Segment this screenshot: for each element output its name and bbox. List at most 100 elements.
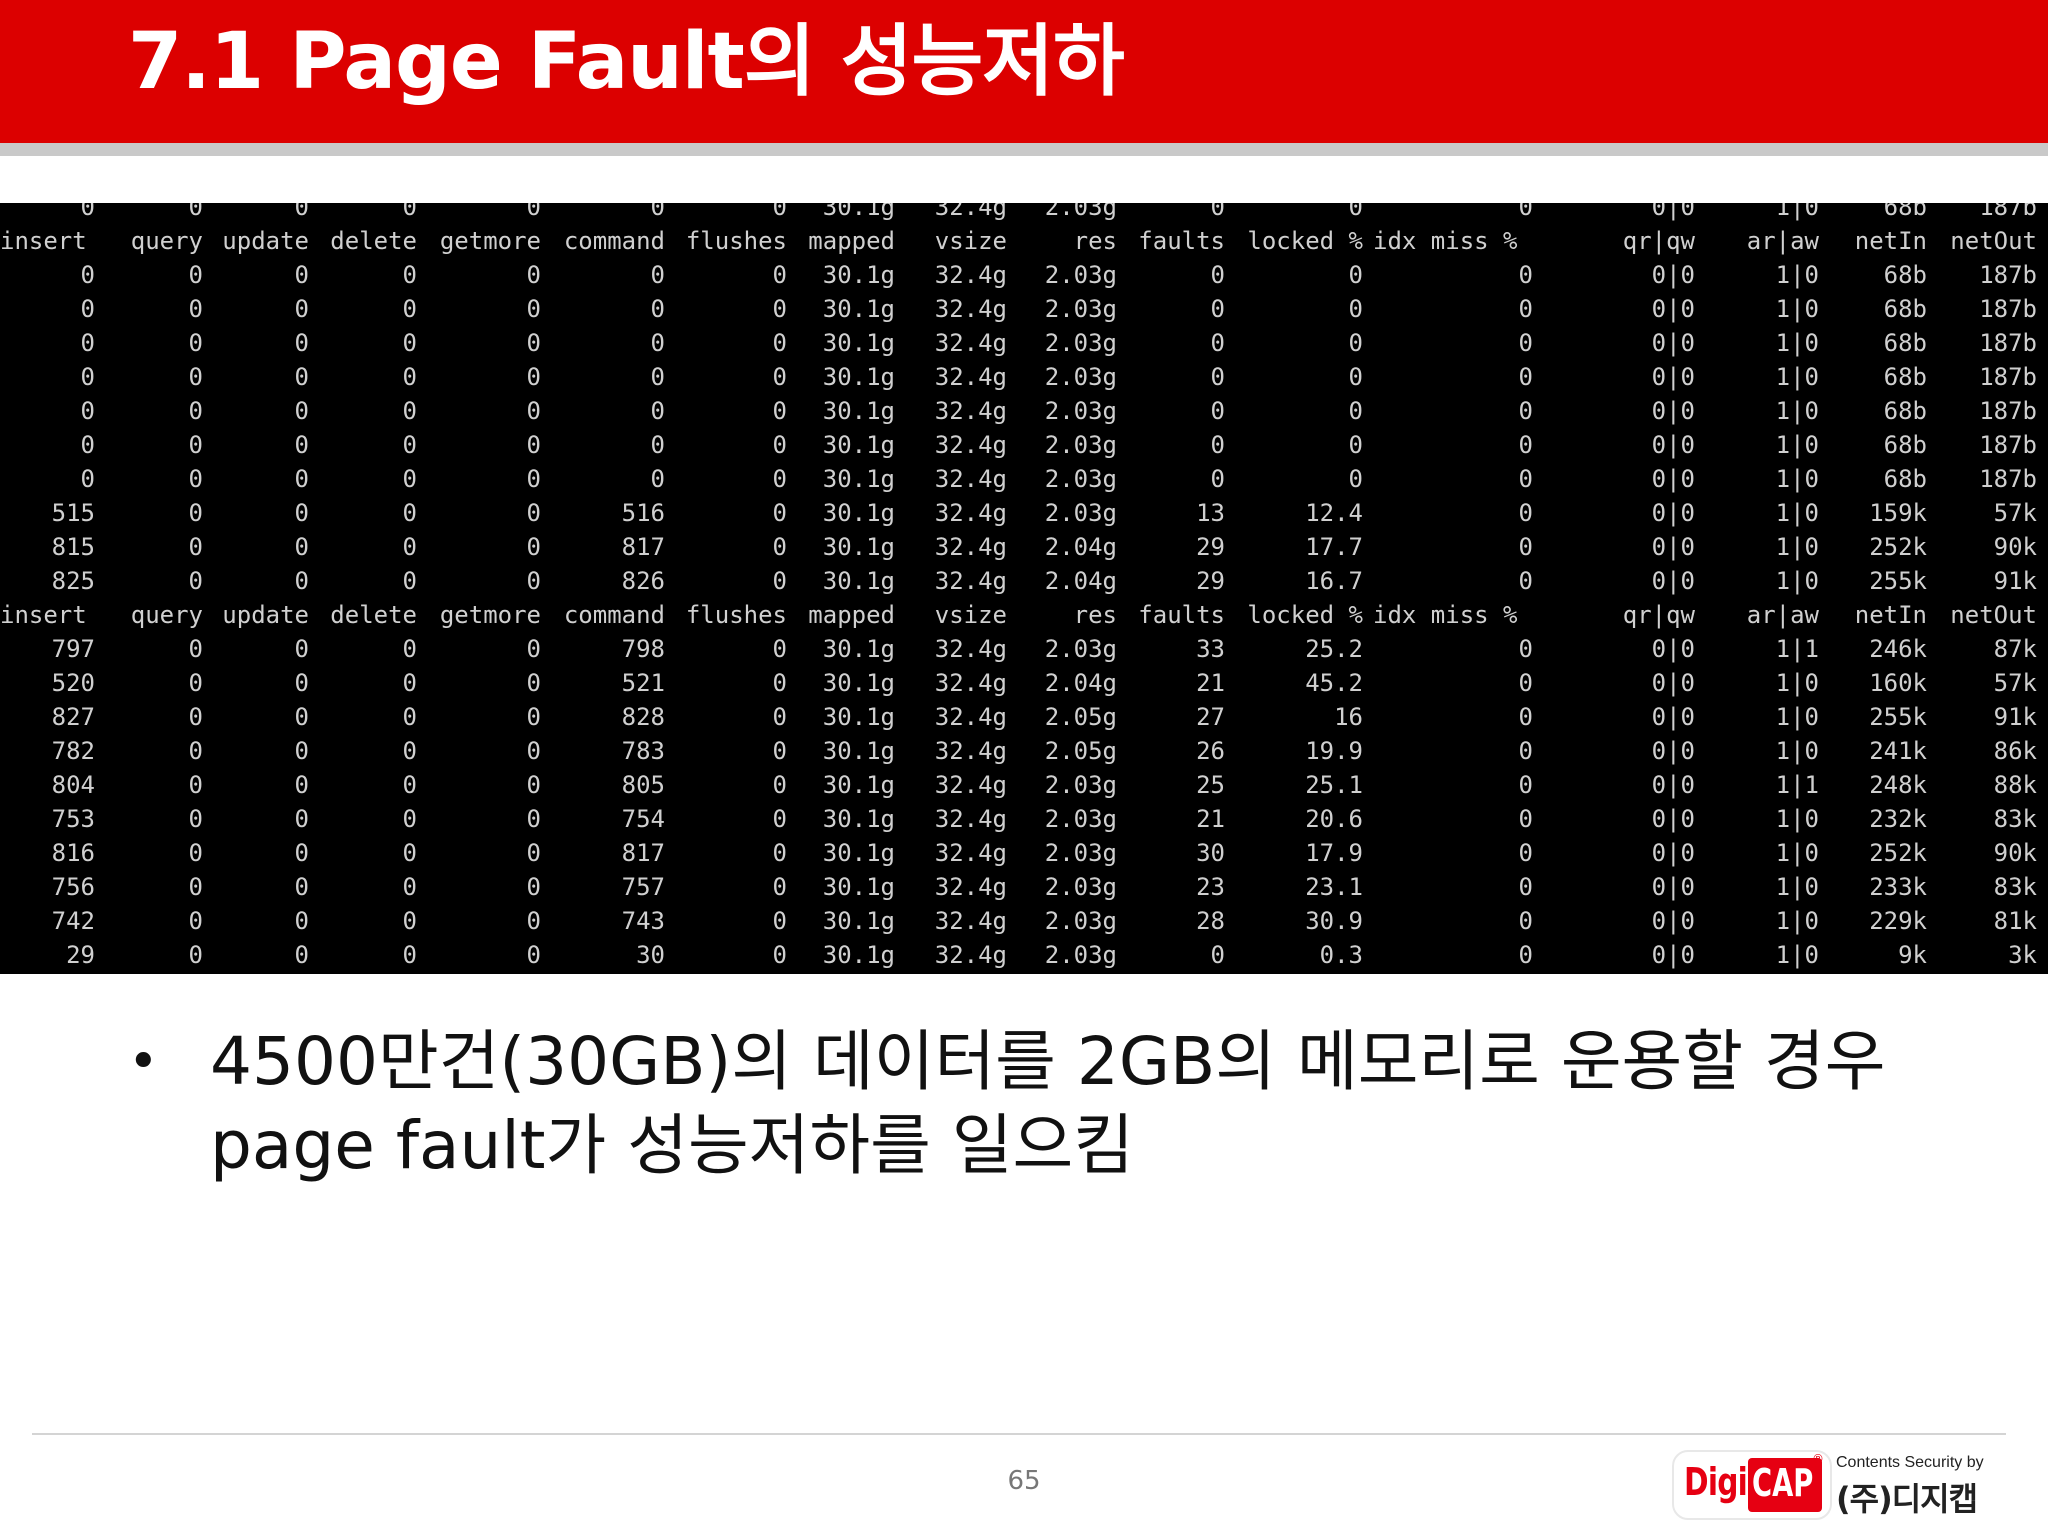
- terminal-cell: 0: [526, 397, 541, 425]
- terminal-cell: 0|0: [1651, 703, 1695, 731]
- terminal-cell: vsize: [934, 601, 1007, 629]
- terminal-cell: 32.4g: [934, 329, 1007, 357]
- terminal-cell: 0: [402, 431, 417, 459]
- terminal-cell: 2.03g: [1044, 431, 1117, 459]
- terminal-cell: 0: [188, 329, 203, 357]
- terminal-cell: 23.1: [1305, 873, 1363, 901]
- terminal-cell: update: [222, 601, 309, 629]
- terminal-cell: 0: [402, 873, 417, 901]
- terminal-cell: getmore: [439, 227, 541, 255]
- terminal-cell: 255k: [1869, 703, 1927, 731]
- terminal-cell: 1|0: [1775, 397, 1819, 425]
- terminal-cell: query: [130, 227, 203, 255]
- terminal-cell: 0: [526, 329, 541, 357]
- terminal-cell: 1|0: [1775, 907, 1819, 935]
- terminal-cell: 817: [621, 533, 665, 561]
- terminal-row: 804 0 0 0 0 805 0 30.1g 32.4g 2.03g 25 25.1 0 0|0 1|1 2…: [0, 768, 2037, 802]
- footer-divider: [32, 1433, 2006, 1435]
- terminal-cell: 32.4g: [934, 737, 1007, 765]
- terminal-cell: 0: [294, 941, 309, 969]
- slide-header-bar: 7.1 Page Fault의 성능저하: [0, 0, 2048, 143]
- terminal-cell: 21: [1196, 805, 1225, 833]
- terminal-cell: 17.9: [1305, 839, 1363, 867]
- terminal-cell: 3k: [2008, 941, 2037, 969]
- terminal-cell: 0: [526, 703, 541, 731]
- terminal-cell: res: [1073, 227, 1117, 255]
- terminal-cell: 0: [1210, 261, 1225, 289]
- terminal-cell: 26: [1196, 737, 1225, 765]
- terminal-cell: 0: [294, 397, 309, 425]
- terminal-cell: 0|0: [1651, 567, 1695, 595]
- terminal-cell: 29: [1196, 533, 1225, 561]
- terminal-cell: 0: [188, 261, 203, 289]
- terminal-cell: 0: [772, 873, 787, 901]
- terminal-cell: 83k: [1993, 873, 2037, 901]
- terminal-cell: 0: [402, 941, 417, 969]
- terminal-cell: 0: [526, 295, 541, 323]
- terminal-cell: vsize: [934, 227, 1007, 255]
- terminal-cell: 32.4g: [934, 805, 1007, 833]
- terminal-cell: 32.4g: [934, 397, 1007, 425]
- terminal-cell: 1|1: [1775, 771, 1819, 799]
- terminal-cell: 805: [621, 771, 665, 799]
- terminal-cell: 515: [51, 499, 95, 527]
- terminal-cell: 0: [650, 465, 665, 493]
- bullet-marker: •: [128, 1032, 159, 1092]
- terminal-cell: 25.2: [1305, 635, 1363, 663]
- terminal-row: 515 0 0 0 0 516 0 30.1g 32.4g 2.03g 13 12.4 0 0|0 1|0 1…: [0, 496, 2037, 530]
- terminal-cell: 0: [188, 203, 203, 221]
- terminal-cell: 0: [1518, 771, 1533, 799]
- terminal-cell: 21: [1196, 669, 1225, 697]
- terminal-cell: 2.04g: [1044, 567, 1117, 595]
- terminal-cell: 0: [650, 397, 665, 425]
- terminal-cell: 0: [402, 363, 417, 391]
- terminal-cell: 754: [621, 805, 665, 833]
- terminal-cell: 19.9: [1305, 737, 1363, 765]
- terminal-cell: 0|0: [1651, 431, 1695, 459]
- terminal-cell: 30.1g: [822, 703, 895, 731]
- terminal-cell: 0: [650, 295, 665, 323]
- terminal-cell: 0: [1518, 567, 1533, 595]
- terminal-cell: 2.03g: [1044, 465, 1117, 493]
- terminal-cell: 91k: [1993, 703, 2037, 731]
- terminal-row: 0 0 0 0 0 0 0 30.1g 32.4g 2.03g 0 0 0 0|0 1|0 68b 187b: [0, 203, 2037, 224]
- terminal-cell: 0: [80, 329, 95, 357]
- logo-cap-text: CAP: [1752, 1461, 1814, 1505]
- terminal-row: 816 0 0 0 0 817 0 30.1g 32.4g 2.03g 30 17.9 0 0|0 1|0 2…: [0, 836, 2037, 870]
- terminal-cell: 17.7: [1305, 533, 1363, 561]
- terminal-row: 797 0 0 0 0 798 0 30.1g 32.4g 2.03g 33 25.2 0 0|0 1|1 2…: [0, 632, 2037, 666]
- terminal-cell: 30.1g: [822, 805, 895, 833]
- terminal-cell: 246k: [1869, 635, 1927, 663]
- terminal-cell: 0: [772, 363, 787, 391]
- terminal-cell: 0: [402, 635, 417, 663]
- terminal-cell: 20.6: [1305, 805, 1363, 833]
- terminal-cell: 0|0: [1651, 873, 1695, 901]
- terminal-cell: insert: [0, 227, 87, 255]
- terminal-cell: 1|0: [1775, 499, 1819, 527]
- terminal-cell: 32.4g: [934, 635, 1007, 663]
- terminal-cell: 30.1g: [822, 873, 895, 901]
- terminal-cell: 68b: [1883, 203, 1927, 221]
- terminal-cell: 0|0: [1651, 295, 1695, 323]
- terminal-cell: 2.05g: [1044, 737, 1117, 765]
- terminal-cell: 16: [1334, 703, 1363, 731]
- terminal-cell: 1|0: [1775, 567, 1819, 595]
- terminal-cell: 25: [1196, 771, 1225, 799]
- terminal-cell: 0: [650, 431, 665, 459]
- terminal-cell: 30.1g: [822, 771, 895, 799]
- terminal-cell: 0: [1518, 329, 1533, 357]
- terminal-cell: 0: [526, 839, 541, 867]
- terminal-cell: 91k: [1993, 567, 2037, 595]
- terminal-cell: 0: [294, 567, 309, 595]
- terminal-cell: 2.03g: [1044, 839, 1117, 867]
- terminal-cell: 30.1g: [822, 397, 895, 425]
- terminal-cell: delete: [330, 227, 417, 255]
- terminal-cell: 0: [188, 907, 203, 935]
- terminal-cell: 0: [294, 669, 309, 697]
- terminal-cell: 0: [1518, 295, 1533, 323]
- terminal-cell: 30.1g: [822, 839, 895, 867]
- terminal-cell: faults: [1138, 227, 1225, 255]
- terminal-cell: 83k: [1993, 805, 2037, 833]
- terminal-row: 29 0 0 0 0 30 0 30.1g 32.4g 2.03g 0 0.3 0 0|0 1|0 9k 3k: [0, 938, 2037, 972]
- terminal-cell: 0|0: [1651, 397, 1695, 425]
